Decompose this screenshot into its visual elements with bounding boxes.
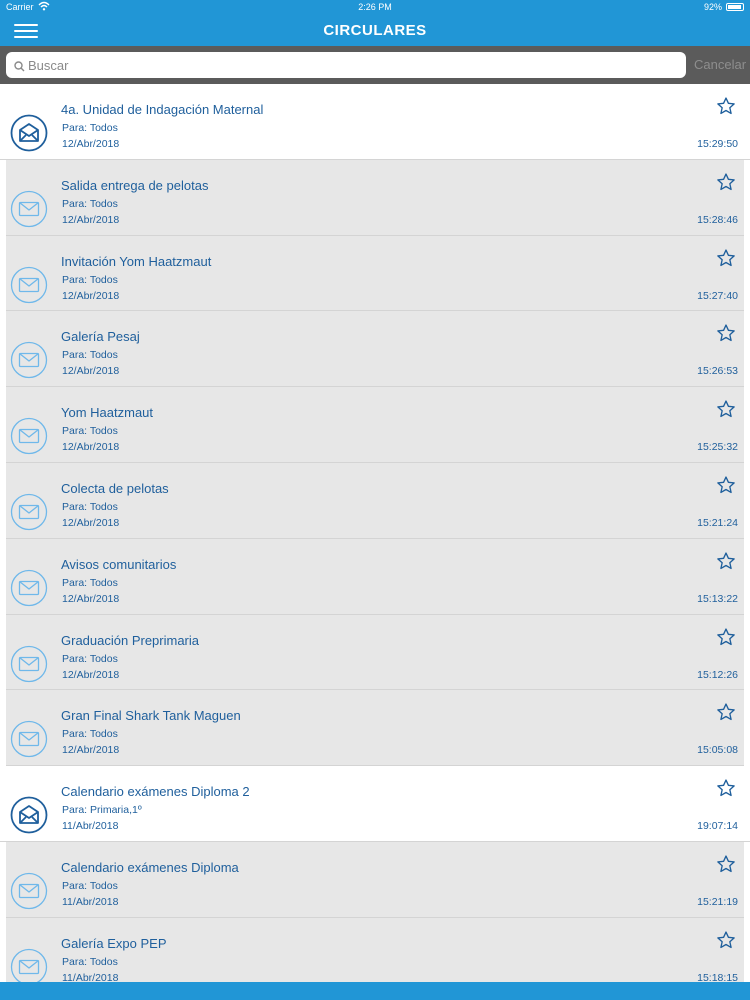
list-item[interactable]: Colecta de pelotas Para: Todos 12/Abr/2018… bbox=[6, 462, 744, 539]
envelope-icon bbox=[10, 948, 48, 982]
circular-date: 12/Abr/2018 bbox=[62, 365, 120, 378]
envelope-icon bbox=[10, 266, 48, 304]
list-item[interactable]: Galería Expo PEP Para: Todos 11/Abr/2018 15… bbox=[6, 917, 744, 982]
star-icon[interactable] bbox=[716, 854, 736, 874]
envelope-icon bbox=[10, 493, 48, 531]
circular-time: 15:28:46 bbox=[697, 213, 738, 226]
search-icon bbox=[14, 59, 25, 77]
battery-icon bbox=[726, 3, 744, 11]
circular-date: 12/Abr/2018 bbox=[62, 668, 120, 681]
circular-time: 15:26:53 bbox=[697, 365, 738, 378]
hamburger-menu-icon[interactable] bbox=[14, 24, 38, 38]
envelope-open-icon bbox=[10, 114, 48, 152]
circular-title: Galería Pesaj bbox=[61, 329, 140, 345]
circular-date: 11/Abr/2018 bbox=[62, 895, 119, 908]
envelope-icon bbox=[10, 341, 48, 379]
star-icon[interactable] bbox=[716, 323, 736, 343]
envelope-icon bbox=[10, 872, 48, 910]
circular-title: 4a. Unidad de Indagación Maternal bbox=[61, 102, 264, 117]
envelope-icon bbox=[10, 417, 48, 455]
circular-time: 15:29:50 bbox=[697, 138, 738, 150]
list-item[interactable]: Yom Haatzmaut Para: Todos 12/Abr/2018 15:25… bbox=[6, 387, 744, 463]
list-item[interactable]: Gran Final Shark Tank Maguen Para: Todos 1… bbox=[6, 690, 744, 767]
circular-time: 15:05:08 bbox=[697, 744, 738, 757]
circular-time: 15:25:32 bbox=[697, 441, 738, 454]
star-icon[interactable] bbox=[716, 702, 736, 722]
circular-date: 12/Abr/2018 bbox=[62, 516, 120, 529]
circular-title: Gran Final Shark Tank Maguen bbox=[61, 708, 241, 724]
circular-title: Avisos comunitarios bbox=[61, 556, 177, 572]
list-item[interactable]: Calendario exámenes Diploma 2 Para: Prima… bbox=[0, 766, 750, 842]
circular-time: 15:21:24 bbox=[697, 516, 738, 529]
star-icon[interactable] bbox=[716, 96, 736, 116]
list-item[interactable]: Salida entrega de pelotas Para: Todos 12/A… bbox=[6, 159, 744, 236]
list-item[interactable]: Avisos comunitarios Para: Todos 12/Abr/201… bbox=[6, 538, 744, 615]
envelope-icon bbox=[10, 720, 48, 758]
bottom-bar bbox=[0, 982, 750, 1000]
circular-title: Invitación Yom Haatzmaut bbox=[61, 253, 212, 269]
star-icon[interactable] bbox=[716, 930, 736, 950]
star-icon[interactable] bbox=[716, 172, 736, 192]
star-icon[interactable] bbox=[716, 627, 736, 647]
circular-title: Galería Expo PEP bbox=[61, 935, 167, 951]
circular-date: 12/Abr/2018 bbox=[62, 592, 120, 605]
star-icon[interactable] bbox=[716, 475, 736, 495]
circular-date: 12/Abr/2018 bbox=[62, 744, 120, 757]
star-icon[interactable] bbox=[716, 551, 736, 571]
envelope-open-icon bbox=[10, 796, 48, 834]
circulars-list: 4a. Unidad de Indagación Maternal Para: T… bbox=[0, 84, 750, 982]
circular-recipients: Para: Todos bbox=[62, 122, 118, 134]
circular-recipients: Para: Todos bbox=[62, 425, 118, 438]
star-icon[interactable] bbox=[716, 248, 736, 268]
circular-recipients: Para: Todos bbox=[62, 500, 118, 513]
navigation-bar: CIRCULARES bbox=[0, 14, 750, 46]
circular-recipients: Para: Todos bbox=[62, 652, 118, 665]
envelope-icon bbox=[10, 569, 48, 607]
circular-recipients: Para: Todos bbox=[62, 728, 118, 741]
cancel-button[interactable]: Cancelar bbox=[694, 57, 746, 72]
list-item[interactable]: 4a. Unidad de Indagación Maternal Para: T… bbox=[0, 84, 750, 160]
circular-time: 15:13:22 bbox=[697, 592, 738, 605]
list-item[interactable]: Graduación Preprimaria Para: Todos 12/Abr/… bbox=[6, 614, 744, 691]
circular-recipients: Para: Todos bbox=[62, 197, 118, 210]
circular-time: 19:07:14 bbox=[697, 820, 738, 833]
circular-date: 12/Abr/2018 bbox=[62, 213, 120, 226]
star-icon[interactable] bbox=[716, 399, 736, 419]
search-field[interactable] bbox=[6, 52, 686, 78]
circular-recipients: Para: Todos bbox=[62, 955, 118, 968]
page-title: CIRCULARES bbox=[323, 22, 427, 39]
search-input[interactable] bbox=[28, 55, 678, 75]
circular-time: 15:21:19 bbox=[697, 895, 738, 908]
circular-title: Graduación Preprimaria bbox=[61, 632, 200, 648]
circular-time: 15:12:26 bbox=[697, 668, 738, 681]
circular-recipients: Para: Todos bbox=[62, 576, 118, 589]
status-time: 2:26 PM bbox=[358, 2, 392, 12]
circular-date: 12/Abr/2018 bbox=[62, 289, 120, 302]
battery-percentage: 92% bbox=[703, 2, 722, 12]
circular-title: Calendario exámenes Diploma 2 bbox=[61, 784, 250, 800]
list-item[interactable]: Calendario exámenes Diploma Para: Todos 11… bbox=[6, 841, 744, 918]
circular-date: 12/Abr/2018 bbox=[62, 441, 120, 454]
search-bar: Cancelar bbox=[0, 46, 750, 84]
envelope-icon bbox=[10, 645, 48, 683]
circular-title: Salida entrega de pelotas bbox=[61, 177, 209, 193]
circular-title: Yom Haatzmaut bbox=[61, 405, 154, 421]
star-icon[interactable] bbox=[716, 778, 736, 798]
list-item[interactable]: Invitación Yom Haatzmaut Para: Todos 12/Ab… bbox=[6, 235, 744, 312]
status-bar: Carrier 2:26 PM 92% bbox=[0, 0, 750, 14]
circular-recipients: Para: Todos bbox=[62, 349, 118, 362]
circular-date: 11/Abr/2018 bbox=[62, 820, 119, 833]
circular-recipients: Para: Todos bbox=[62, 273, 118, 286]
circular-date: 12/Abr/2018 bbox=[62, 138, 120, 150]
circular-time: 15:18:15 bbox=[697, 971, 738, 982]
circular-time: 15:27:40 bbox=[697, 289, 738, 302]
list-item[interactable]: Galería Pesaj Para: Todos 12/Abr/2018 15:26… bbox=[6, 311, 744, 388]
circular-title: Colecta de pelotas bbox=[61, 480, 169, 496]
circular-date: 11/Abr/2018 bbox=[62, 971, 119, 982]
circular-recipients: Para: Primaria,1º bbox=[62, 804, 142, 817]
circular-recipients: Para: Todos bbox=[62, 879, 118, 892]
circular-title: Calendario exámenes Diploma bbox=[61, 859, 239, 875]
envelope-icon bbox=[10, 190, 48, 228]
